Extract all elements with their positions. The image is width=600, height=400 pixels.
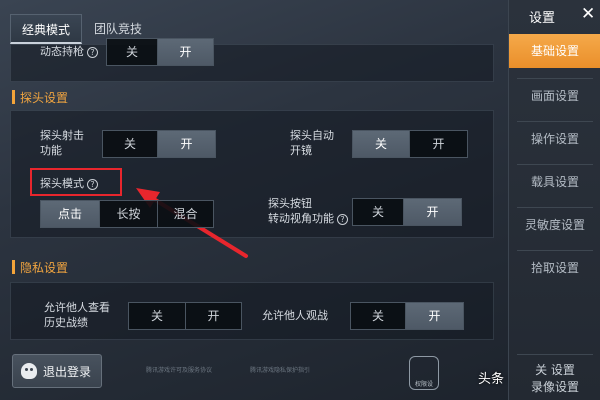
history-visibility-toggle: 关 开 (128, 302, 242, 330)
spectate-on-button[interactable]: 开 (406, 302, 464, 330)
sidebar-header: 设置 ✕ (509, 0, 600, 30)
license-agreement-link[interactable]: 腾讯游戏许可及服务协议 (146, 365, 212, 374)
sidebar-bottom-items[interactable]: 关 设置 录像设置 (517, 354, 593, 394)
peek-mode-hybrid-button[interactable]: 混合 (158, 200, 214, 228)
sidebar-item-controls[interactable]: 操作设置 (517, 121, 593, 155)
spectate-permission-label: 允许他人观战 (262, 309, 328, 322)
close-icon[interactable]: ✕ (581, 4, 595, 24)
logout-label: 退出登录 (43, 364, 92, 379)
peek-mode-hold-button[interactable]: 长按 (100, 200, 158, 228)
sidebar-item-vehicle[interactable]: 载具设置 (517, 164, 593, 198)
qq-penguin-icon (21, 363, 37, 379)
privacy-settings-header: 隐私设置 (12, 258, 68, 276)
history-visibility-label: 允许他人查看 历史战绩 (44, 301, 110, 329)
settings-main: 经典模式 团队竞技 动态持枪? 关 开 探头设置 探头射击 功能 关 开 探头自… (0, 0, 573, 400)
privacy-settings-title: 隐私设置 (20, 260, 69, 275)
settings-title: 设置 (529, 11, 556, 26)
sidebar-item-basic[interactable]: 基础设置 (509, 34, 600, 68)
spectate-off-button[interactable]: 关 (350, 302, 406, 330)
section-accent-bar (12, 260, 15, 274)
history-visibility-on-button[interactable]: 开 (186, 302, 242, 330)
permission-settings-badge[interactable]: 权限设 (409, 356, 439, 390)
sidebar-item-pickup[interactable]: 拾取设置 (517, 250, 593, 284)
peek-mode-tap-button[interactable]: 点击 (40, 200, 100, 228)
peek-button-view-label: 探头按钮 转动视角功能? (268, 196, 348, 226)
peek-mode-selector: 点击 长按 混合 (40, 200, 214, 228)
help-icon[interactable]: ? (337, 213, 348, 225)
privacy-policy-link[interactable]: 腾讯游戏隐私保护指引 (250, 365, 310, 374)
peek-button-view-off-button[interactable]: 关 (352, 198, 404, 226)
spectate-permission-toggle: 关 开 (350, 302, 464, 330)
history-visibility-off-button[interactable]: 关 (128, 302, 186, 330)
sidebar-item-sensitivity[interactable]: 灵敏度设置 (517, 207, 593, 241)
peek-button-view-toggle: 关 开 (352, 198, 462, 226)
settings-sidebar: 设置 ✕ 基础设置 画面设置 操作设置 载具设置 灵敏度设置 拾取设置 关 设置… (508, 0, 600, 400)
sidebar-item-graphics[interactable]: 画面设置 (517, 78, 593, 112)
logout-button[interactable]: 退出登录 (12, 354, 102, 388)
peek-button-view-on-button[interactable]: 开 (404, 198, 462, 226)
